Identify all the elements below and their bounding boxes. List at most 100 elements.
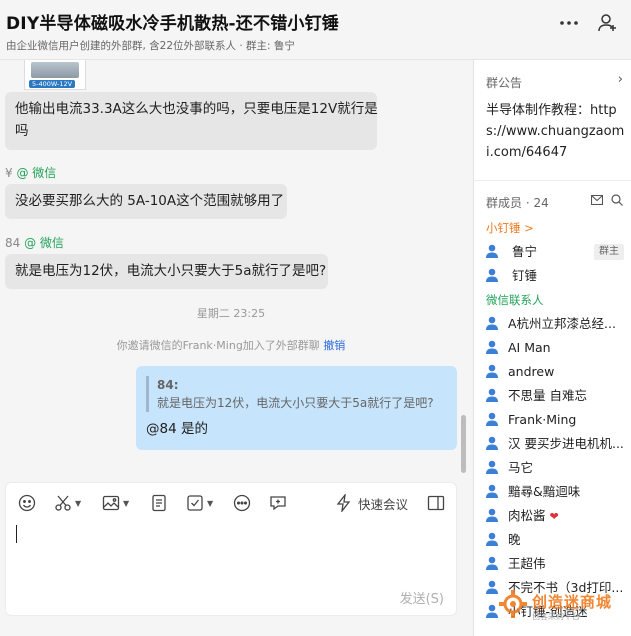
- chat-record-icon[interactable]: [269, 493, 287, 513]
- person-icon: [486, 532, 498, 546]
- system-message-text: 你邀请微信的Frank·Ming加入了外部群聊: [116, 339, 320, 352]
- quoted-text: 就是电压为12伏，电流大小只要大于5a就行了是吧?: [157, 396, 434, 410]
- member-name: 钉锤: [511, 268, 537, 283]
- group-info-panel: 群公告 › 半导体制作教程：https://www.chuangzaomi.co…: [473, 60, 631, 636]
- member-name: 马它: [508, 460, 534, 475]
- member-item[interactable]: 晚: [474, 528, 631, 552]
- member-item[interactable]: 不思量 自难忘: [474, 384, 631, 408]
- quick-meeting-button[interactable]: 快速会议: [336, 493, 408, 513]
- member-list: 小钉锤 > 鲁宁 群主 钉锤 微信联系人 A杭州立邦漆总经... AI Man …: [474, 216, 631, 624]
- gear-logo-icon: [499, 590, 527, 618]
- watermark-logo: 创造迷商城 创客采购平台: [498, 585, 631, 633]
- member-item[interactable]: andrew: [474, 360, 631, 384]
- wechat-source-tag: @ 微信: [16, 166, 57, 180]
- send-button[interactable]: 发送(S): [400, 588, 444, 607]
- person-icon: [486, 604, 498, 618]
- person-icon: [486, 388, 498, 402]
- person-icon: [486, 580, 498, 594]
- message-text: @84 是的: [146, 421, 208, 437]
- divider: [474, 180, 631, 181]
- member-name: A杭州立邦漆总经...: [508, 316, 616, 331]
- watermark-tagline: 创客采购平台: [532, 612, 580, 621]
- person-icon: [486, 244, 498, 258]
- member-item[interactable]: 汉 要买步进电机机...: [474, 432, 631, 456]
- message-text: 没必要买那么大的 5A-10A这个范围就够用了: [15, 193, 285, 209]
- message-timestamp: 星期二 23:25: [196, 307, 266, 320]
- message-composer[interactable]: ▼ ▼ ▼ 快速会议 发送(S): [5, 482, 457, 616]
- member-item[interactable]: 黯尋&黯迴味: [474, 480, 631, 504]
- wechat-source-tag: @ 微信: [24, 236, 64, 250]
- person-icon: [486, 412, 498, 426]
- heart-icon: ❤: [549, 510, 559, 523]
- member-item[interactable]: 鲁宁 群主: [474, 240, 631, 264]
- group-title: DIY半导体磁吸水冷手机散热-还不错小钉锤: [6, 14, 340, 34]
- members-title: 群成员 · 24: [486, 196, 549, 210]
- message-sender: ¥ @ 微信: [5, 164, 56, 181]
- member-tools: [590, 194, 623, 209]
- lightning-icon: [336, 494, 351, 512]
- person-icon: [486, 508, 498, 522]
- sidebar-toggle-icon[interactable]: [427, 493, 445, 513]
- chevron-down-icon[interactable]: ▼: [123, 499, 129, 508]
- image-icon[interactable]: ▼: [102, 493, 129, 513]
- task-check-icon[interactable]: ▼: [186, 493, 213, 513]
- document-icon[interactable]: [150, 493, 168, 513]
- member-item[interactable]: 马它: [474, 456, 631, 480]
- message-text: 吗: [15, 123, 29, 139]
- person-icon: [486, 484, 498, 498]
- mail-icon[interactable]: [590, 194, 604, 209]
- member-name: andrew: [508, 364, 555, 379]
- chat-scrollbar[interactable]: [461, 415, 466, 473]
- member-name: 黯尋&黯迴味: [508, 484, 581, 499]
- person-icon: [486, 556, 498, 570]
- person-icon: [486, 364, 498, 378]
- member-item[interactable]: Frank·Ming: [474, 408, 631, 432]
- member-group-owner[interactable]: 小钉锤 >: [474, 216, 631, 240]
- member-item[interactable]: A杭州立邦漆总经...: [474, 312, 631, 336]
- member-name: 不思量 自难忘: [508, 388, 587, 403]
- more-tools-icon[interactable]: [233, 493, 251, 513]
- member-name: 晚: [508, 532, 521, 547]
- chevron-down-icon[interactable]: ▼: [207, 499, 213, 508]
- person-icon: [486, 268, 498, 282]
- person-icon: [486, 340, 498, 354]
- emoji-icon[interactable]: [18, 493, 36, 513]
- message-bubble[interactable]: 没必要买那么大的 5A-10A这个范围就够用了: [5, 184, 287, 219]
- person-icon: [486, 316, 498, 330]
- power-supply-image: [31, 62, 79, 78]
- member-name: AI Man: [508, 340, 551, 355]
- message-sender: 84 @ 微信: [5, 234, 64, 251]
- announcement-text[interactable]: 半导体制作教程：https://www.chuangzaomi.com/6464…: [486, 100, 626, 163]
- message-list[interactable]: 5-400W-12V 他输出电流33.3A这么大也没事的吗，只要电压是12V就行…: [0, 60, 472, 478]
- member-name: 肉松酱: [508, 508, 546, 523]
- quick-meeting-label: 快速会议: [358, 496, 409, 512]
- search-icon[interactable]: [611, 194, 623, 209]
- screenshot-scissors-icon[interactable]: ▼: [54, 493, 81, 513]
- person-icon: [486, 460, 498, 474]
- message-bubble[interactable]: 他输出电流33.3A这么大也没事的吗，只要电压是12V就行是 吗: [5, 92, 378, 150]
- system-message: 你邀请微信的Frank·Ming加入了外部群聊 撤销: [0, 337, 462, 353]
- product-image-thumbnail[interactable]: 5-400W-12V: [24, 60, 86, 90]
- quoted-message[interactable]: 84: 就是电压为12伏，电流大小只要大于5a就行了是吧?: [146, 376, 447, 412]
- chevron-right-icon[interactable]: ›: [618, 72, 623, 87]
- member-item[interactable]: AI Man: [474, 336, 631, 360]
- message-bubble[interactable]: 就是电压为12伏，电流大小只要大于5a就行了是吧?: [5, 254, 328, 289]
- member-name: 鲁宁: [511, 244, 537, 259]
- chevron-down-icon[interactable]: ▼: [75, 499, 81, 508]
- add-member-icon[interactable]: [597, 12, 619, 34]
- member-item[interactable]: 王超伟: [474, 552, 631, 576]
- member-name: 汉 要买步进电机机...: [508, 436, 624, 451]
- quoted-sender: 84:: [157, 378, 179, 392]
- owner-badge: 群主: [594, 244, 624, 260]
- outgoing-message-bubble[interactable]: 84: 就是电压为12伏，电流大小只要大于5a就行了是吧? @84 是的: [136, 366, 457, 450]
- more-options-icon[interactable]: [558, 12, 580, 34]
- group-subtitle: 由企业微信用户创建的外部群, 含22位外部联系人 · 群主: 鲁宁: [6, 40, 295, 52]
- member-item[interactable]: 肉松酱 ❤: [474, 504, 631, 528]
- member-item[interactable]: 钉锤: [474, 264, 631, 288]
- chat-header: DIY半导体磁吸水冷手机散热-还不错小钉锤 由企业微信用户创建的外部群, 含22…: [0, 0, 631, 60]
- watermark-name: 创造迷商城: [532, 593, 613, 611]
- sender-name: ¥: [5, 166, 13, 180]
- revoke-link[interactable]: 撤销: [323, 339, 345, 352]
- thumbnail-caption: 5-400W-12V: [29, 80, 76, 88]
- announcement-title: 群公告: [486, 76, 523, 90]
